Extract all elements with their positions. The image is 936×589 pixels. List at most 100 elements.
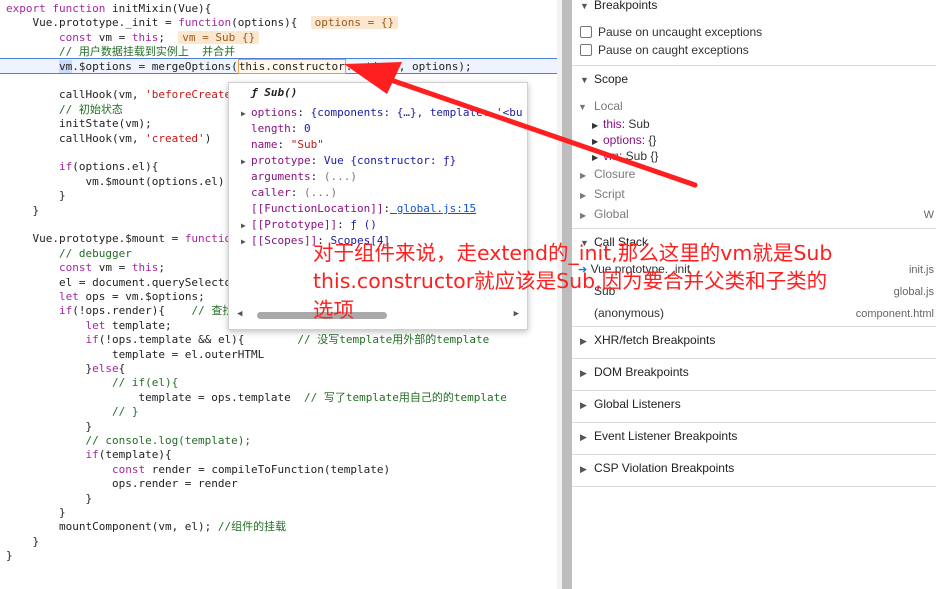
property-value[interactable]: global.js:15: [390, 202, 476, 215]
code-token: // debugger: [6, 246, 132, 260]
scope-closure[interactable]: ▶ Closure: [580, 167, 635, 181]
code-line[interactable]: if(!ops.template && el){ // 没写template用外…: [6, 333, 489, 347]
code-line[interactable]: // if(el){: [6, 376, 178, 390]
code-line[interactable]: }: [6, 189, 66, 203]
code-line[interactable]: el = document.querySelecto: [6, 276, 231, 290]
scope-vm[interactable]: ▶ vm: Sub {}: [592, 149, 658, 163]
code-line[interactable]: const vm = this; vm = Sub {}: [6, 30, 260, 45]
code-line[interactable]: }: [6, 204, 39, 218]
call-frame-2-file[interactable]: component.html: [856, 308, 934, 320]
popover-scrollbar[interactable]: ◀ ▶: [231, 309, 525, 321]
code-token: 'created': [145, 131, 205, 145]
scope-global[interactable]: ▶ Global: [580, 207, 629, 221]
code-line[interactable]: // }: [6, 405, 139, 419]
expand-right-icon: ▶: [580, 211, 587, 220]
code-line[interactable]: initState(vm);: [6, 117, 152, 131]
code-line[interactable]: // console.log(template);: [6, 434, 251, 448]
checkbox-icon[interactable]: [580, 44, 592, 56]
property-key: options: [251, 106, 298, 119]
code-line[interactable]: if(options.el){: [6, 160, 158, 174]
popover-property-row[interactable]: ▶ [[Prototype]]: ƒ (): [241, 217, 377, 233]
code-token: (options){: [231, 16, 311, 30]
code-line[interactable]: }: [6, 549, 13, 563]
code-line[interactable]: if(template){: [6, 448, 171, 462]
code-line[interactable]: const render = compileToFunction(templat…: [6, 463, 390, 477]
code-line[interactable]: let template;: [6, 318, 171, 333]
call-frame-0-file[interactable]: init.js: [909, 264, 934, 276]
code-token: let: [58, 290, 86, 303]
code-token: // 初始状态: [6, 102, 123, 116]
global-listeners-header[interactable]: ▶ Global Listeners: [572, 390, 936, 416]
code-line[interactable]: // debugger: [6, 247, 132, 261]
xhr-breakpoints-header[interactable]: ▶ XHR/fetch Breakpoints: [572, 326, 936, 352]
checkbox-icon[interactable]: [580, 26, 592, 38]
expand-down-icon: ▼: [580, 1, 589, 11]
code-line[interactable]: let ops = vm.$options;: [6, 290, 205, 304]
code-token: initMixin(Vue){: [111, 2, 212, 15]
code-line[interactable]: vm.$options = mergeOptions(this.construc…: [6, 58, 472, 74]
code-line[interactable]: vm.$mount(options.el): [6, 175, 224, 189]
expand-right-icon[interactable]: ▶: [241, 218, 251, 234]
code-token: ;: [158, 261, 165, 275]
expand-right-icon[interactable]: ▶: [241, 106, 251, 122]
code-token: // 用户数据挂载到实例上 并合并: [6, 45, 236, 59]
code-token: }: [6, 419, 93, 433]
scroll-left-icon[interactable]: ◀: [237, 309, 242, 319]
code-line[interactable]: Vue.prototype._init = function(options){…: [6, 16, 399, 30]
code-line[interactable]: const vm = this;: [6, 261, 165, 275]
code-line[interactable]: template = ops.template // 写了template用自己…: [6, 391, 506, 405]
property-value: {components: {…}, template: '<bu: [303, 106, 523, 119]
code-line[interactable]: // 初始状态: [6, 103, 123, 117]
code-line[interactable]: // 用户数据挂载到实例上 并合并: [6, 45, 235, 59]
code-line[interactable]: }: [6, 492, 92, 506]
popover-property-row[interactable]: ▶ prototype: Vue {constructor: ƒ}: [241, 153, 456, 169]
call-frame-2[interactable]: (anonymous): [594, 306, 664, 320]
event-listener-breakpoints-header[interactable]: ▶ Event Listener Breakpoints: [572, 422, 936, 448]
code-token: ops.render = render: [6, 477, 238, 491]
pause-uncaught-checkbox[interactable]: Pause on uncaught exceptions: [580, 25, 762, 39]
code-line[interactable]: mountComponent(vm, el); //组件的挂载: [6, 520, 286, 534]
code-line[interactable]: if(!ops.render){ // 查找: [6, 304, 233, 318]
code-line[interactable]: callHook(vm, 'created'): [6, 132, 211, 146]
scroll-right-icon[interactable]: ▶: [514, 309, 519, 319]
property-key: length: [251, 122, 291, 135]
expand-right-icon: ▶: [580, 464, 587, 474]
expand-right-icon[interactable]: ▶: [241, 154, 251, 170]
code-token: (!ops.render){: [72, 304, 192, 318]
sidebar-resizer[interactable]: [562, 0, 572, 589]
scope-script[interactable]: ▶ Script: [580, 187, 625, 201]
code-line[interactable]: }else{: [6, 362, 125, 376]
breakpoints-section-header[interactable]: ▼ Breakpoints: [572, 0, 936, 18]
expand-right-icon[interactable]: ▶: [241, 234, 251, 250]
code-line[interactable]: template = el.outerHTML: [6, 348, 264, 362]
code-token: }: [6, 203, 40, 217]
scope-this[interactable]: ▶ this: Sub: [592, 117, 650, 131]
code-token: vm = Sub {}: [178, 30, 260, 44]
code-token: function: [52, 2, 112, 15]
debugger-sidebar: ▼ Breakpoints Pause on uncaught exception…: [572, 0, 936, 589]
code-line[interactable]: }: [6, 535, 39, 549]
scope-section-header[interactable]: ▼ Scope: [572, 65, 936, 91]
popover-property-row[interactable]: length: 0: [241, 121, 311, 137]
code-line[interactable]: export function initMixin(Vue){: [6, 2, 211, 16]
code-token: let: [85, 318, 112, 332]
code-line[interactable]: callHook(vm, 'beforeCreate': [6, 88, 238, 102]
popover-property-row[interactable]: caller: (...): [241, 185, 337, 201]
dom-breakpoints-header[interactable]: ▶ DOM Breakpoints: [572, 358, 936, 384]
scope-options[interactable]: ▶ options: {}: [592, 133, 656, 147]
scope-local[interactable]: ▼ Local: [578, 99, 623, 113]
popover-property-row[interactable]: ▶ options: {components: {…}, template: '<…: [241, 105, 523, 121]
expand-right-icon: ▶: [580, 432, 587, 442]
code-token: else: [92, 362, 119, 375]
pause-caught-checkbox[interactable]: Pause on caught exceptions: [580, 43, 749, 57]
code-line[interactable]: ops.render = render: [6, 477, 238, 491]
popover-property-row[interactable]: [[FunctionLocation]]: global.js:15: [241, 201, 476, 217]
code-line[interactable]: }: [6, 420, 92, 434]
call-frame-1-file[interactable]: global.js: [894, 286, 934, 298]
popover-property-row[interactable]: name: "Sub": [241, 137, 324, 153]
popover-property-row[interactable]: arguments: (...): [241, 169, 357, 185]
csp-violation-breakpoints-header[interactable]: ▶ CSP Violation Breakpoints: [572, 454, 936, 480]
code-line[interactable]: Vue.prototype.$mount = functio: [6, 232, 231, 246]
code-line[interactable]: }: [6, 506, 66, 520]
